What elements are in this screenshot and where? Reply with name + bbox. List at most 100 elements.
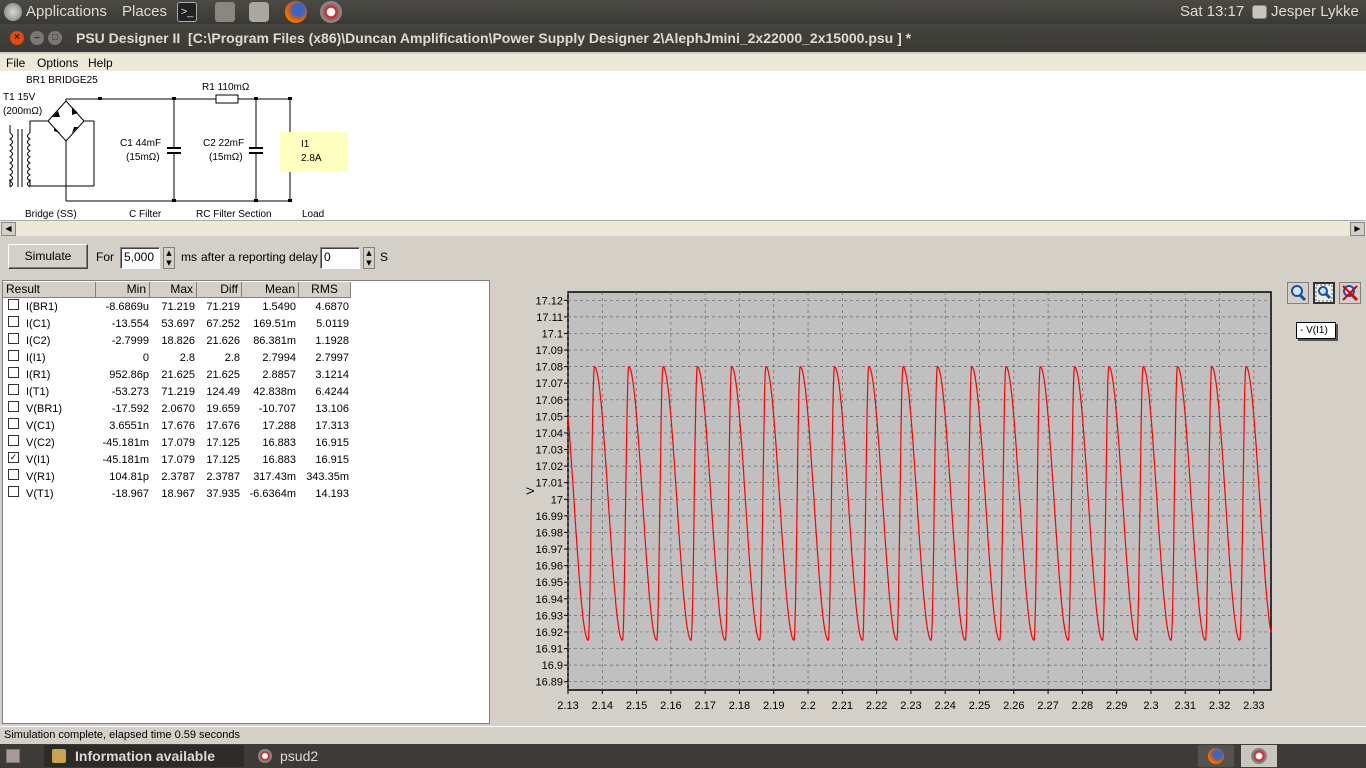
psud2-tray-icon [1251,748,1267,764]
col-result[interactable]: Result [3,282,96,298]
cell-rms: 13.106 [315,403,349,415]
y-tick-label: 17.05 [535,411,563,423]
taskbar-app-item[interactable]: psud2 [250,745,430,767]
cell-diff: 124.49 [206,386,240,398]
x-tick-label: 2.26 [1003,700,1024,712]
user-menu[interactable]: Jesper Lykke [1271,3,1359,20]
table-row[interactable]: I(BR1) -8.6869u 71.219 71.219 1.5490 4.6870 [3,299,489,316]
result-checkbox[interactable] [8,401,19,412]
delay-spinner[interactable]: ▲ ▼ [363,247,375,269]
info-icon [52,749,66,763]
window-titlebar[interactable]: × – □ PSU Designer II [C:\Program Files … [0,24,1366,52]
table-row[interactable]: V(BR1) -17.592 2.0670 19.659 -10.707 13.106 [3,401,489,418]
menu-help[interactable]: Help [88,56,113,70]
col-diff[interactable]: Diff [197,282,242,298]
camera-icon[interactable] [249,2,269,22]
maximize-icon[interactable]: □ [48,31,62,45]
c1-esr: (15mΩ) [126,152,160,163]
firefox-icon[interactable] [285,1,307,23]
tray-firefox[interactable] [1198,745,1234,767]
ms-label: ms [181,250,197,264]
voltage-chart[interactable]: 17.12 17.11 17.1 17.09 17.08 17.07 17.06 17.05 1… [494,280,1284,724]
x-tick-label: 2.19 [763,700,784,712]
cell-min: 3.6551n [109,420,149,432]
zoom-in-icon[interactable] [1287,282,1309,304]
tray-psud2[interactable] [1241,745,1277,767]
show-desktop-icon[interactable] [6,749,20,763]
transformer-symbol [9,120,94,188]
duration-spinner[interactable]: ▲ ▼ [163,247,175,269]
col-min[interactable]: Min [96,282,150,298]
applications-menu[interactable]: Applications [26,3,107,20]
cell-diff: 2.8 [224,352,240,364]
cell-diff: 17.125 [206,437,240,449]
taskbar-info-item[interactable]: Information available [44,745,244,767]
result-checkbox[interactable]: ✓ [8,452,19,463]
delay-input[interactable]: 0 [320,247,360,269]
t1-label[interactable]: T1 15V [3,91,35,104]
c2-label[interactable]: C2 22mF [203,137,244,150]
col-rms[interactable]: RMS [299,282,351,298]
zoom-reset-icon[interactable] [1339,282,1361,304]
window-title: PSU Designer II [C:\Program Files (x86)\… [76,30,912,46]
results-table: Result Min Max Diff Mean RMS I(BR1) -8.68… [2,280,490,724]
table-row[interactable]: ✓ V(I1) -45.181m 17.079 17.125 16.883 16.915 [3,452,489,469]
result-checkbox[interactable] [8,367,19,378]
cell-max: 17.079 [161,437,195,449]
simulate-button[interactable]: Simulate [8,244,88,269]
result-checkbox[interactable] [8,384,19,395]
y-tick-label: 17.01 [535,478,563,490]
r1-label[interactable]: R1 110mΩ [202,81,249,94]
schematic-scrollbar[interactable]: ◀ ▶ [0,220,1366,236]
menu-file[interactable]: File [6,56,25,70]
result-checkbox[interactable] [8,486,19,497]
close-icon[interactable]: × [10,31,24,45]
network-icon[interactable] [215,2,235,22]
cell-rms: 4.6870 [315,301,349,313]
table-row[interactable]: V(C1) 3.6551n 17.676 17.676 17.288 17.313 [3,418,489,435]
result-checkbox[interactable] [8,350,19,361]
duration-input[interactable]: 5,000 [120,247,160,269]
result-checkbox[interactable] [8,333,19,344]
cell-name: V(T1) [26,488,54,500]
br1-label[interactable]: BR1 BRIDGE25 [26,74,98,87]
table-row[interactable]: V(C2) -45.181m 17.079 17.125 16.883 16.915 [3,435,489,452]
terminal-icon[interactable]: >_ [177,2,197,22]
minimize-icon[interactable]: – [30,31,44,45]
cell-rms: 2.7997 [315,352,349,364]
table-row[interactable]: I(R1) 952.86p 21.625 21.625 2.8857 3.1214 [3,367,489,384]
col-mean[interactable]: Mean [242,282,299,298]
applications-icon[interactable] [4,3,22,21]
result-checkbox[interactable] [8,469,19,480]
table-row[interactable]: I(I1) 0 2.8 2.8 2.7994 2.7997 [3,350,489,367]
y-tick-label: 17.02 [535,461,563,473]
places-menu[interactable]: Places [122,3,167,20]
result-checkbox[interactable] [8,435,19,446]
result-checkbox[interactable] [8,299,19,310]
c1-label[interactable]: C1 44mF [120,137,161,150]
menu-options[interactable]: Options [37,56,78,70]
table-row[interactable]: V(R1) 104.81p 2.3787 2.3787 317.43m 343.35m [3,469,489,486]
table-row[interactable]: I(C2) -2.7999 18.826 21.626 86.381m 1.1928 [3,333,489,350]
table-row[interactable]: I(C1) -13.554 53.697 67.252 169.51m 5.0119 [3,316,489,333]
i1-label[interactable]: I1 [301,138,309,151]
result-checkbox[interactable] [8,418,19,429]
y-tick-label: 16.89 [535,677,563,689]
zoom-area-icon[interactable] [1313,282,1335,304]
scroll-left-icon[interactable]: ◀ [1,222,16,236]
col-max[interactable]: Max [150,282,197,298]
cell-diff: 21.625 [206,369,240,381]
taskbar-app-label: psud2 [280,748,319,764]
schematic-canvas[interactable]: BR1 BRIDGE25 T1 15V (200mΩ) R1 110mΩ C1 … [0,71,1366,220]
y-tick-label: 17.12 [535,295,563,307]
scroll-right-icon[interactable]: ▶ [1350,222,1365,236]
wine-icon[interactable] [320,1,342,23]
table-row[interactable]: I(T1) -53.273 71.219 124.49 42.838m 6.4244 [3,384,489,401]
chart-legend: - V(I1) [1296,322,1336,339]
result-checkbox[interactable] [8,316,19,327]
clock[interactable]: Sat 13:17 [1180,3,1244,20]
table-row[interactable]: V(T1) -18.967 18.967 37.935 -6.6364m 14.193 [3,486,489,503]
x-tick-label: 2.16 [660,700,681,712]
cell-name: I(R1) [26,369,51,381]
cell-min: 952.86p [109,369,149,381]
